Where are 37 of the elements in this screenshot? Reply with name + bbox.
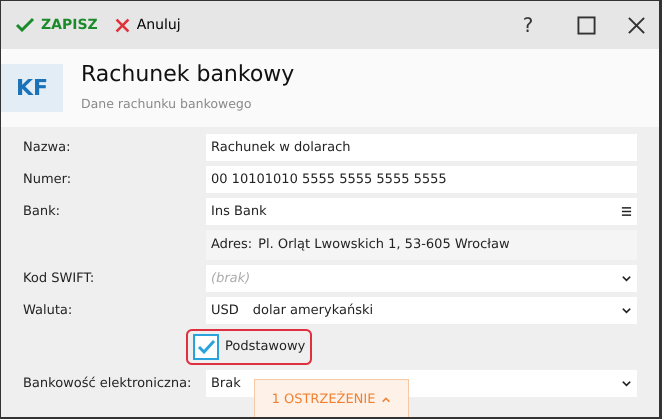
- field-value: Rachunek w dolarach: [211, 138, 352, 157]
- checkbox[interactable]: [193, 334, 219, 360]
- field-label: Kod SWIFT:: [23, 270, 96, 288]
- placeholder: (brak): [211, 270, 250, 288]
- field-value: Ins Bank: [211, 202, 268, 221]
- check-icon: [15, 15, 35, 35]
- field-value: 00 10101010 5555 5555 5555 5555: [211, 170, 448, 189]
- lookup-field[interactable]: Ins Bank: [206, 198, 637, 225]
- chevron-up-icon: [381, 395, 392, 405]
- maximize-icon: [576, 16, 596, 34]
- chevron-down-icon: [621, 378, 632, 389]
- chevron-down-icon: [621, 305, 632, 316]
- close-icon: [626, 16, 646, 34]
- badge: KF: [1, 64, 63, 112]
- close-icon: [114, 16, 131, 34]
- chevron-down-icon: [621, 273, 632, 284]
- field-value: Brak: [211, 374, 241, 393]
- menu-icon: [621, 206, 632, 217]
- address-value: Pl. Orląt Lwowskich 1, 53-605 Wrocław: [258, 236, 511, 254]
- currency-code: USD: [211, 302, 239, 320]
- cancel-button[interactable]: Anuluj: [110, 12, 185, 38]
- address-label: Adres:: [211, 236, 252, 254]
- field-label: Numer:: [23, 170, 72, 189]
- text-field[interactable]: Rachunek w dolarach: [206, 134, 637, 161]
- field-label: Bank:: [23, 202, 62, 221]
- help-button[interactable]: ?: [515, 12, 541, 38]
- subtitle: Dane rachunku bankowego: [81, 94, 253, 113]
- field-label: Bankowość elektroniczna:: [23, 374, 192, 393]
- checkbox-label: Podstawowy: [225, 338, 306, 356]
- field-value: dolar amerykański: [252, 302, 374, 320]
- check-icon: [196, 337, 216, 357]
- window-title: Rachunek bankowy: [81, 62, 294, 89]
- save-button[interactable]: ZAPISZ: [11, 12, 102, 38]
- select-field[interactable]: USD dolar amerykański: [206, 297, 637, 324]
- field-label: Waluta:: [23, 302, 74, 320]
- text-field[interactable]: 00 10101010 5555 5555 5555 5555: [206, 166, 637, 193]
- field-label: Nazwa:: [23, 138, 72, 157]
